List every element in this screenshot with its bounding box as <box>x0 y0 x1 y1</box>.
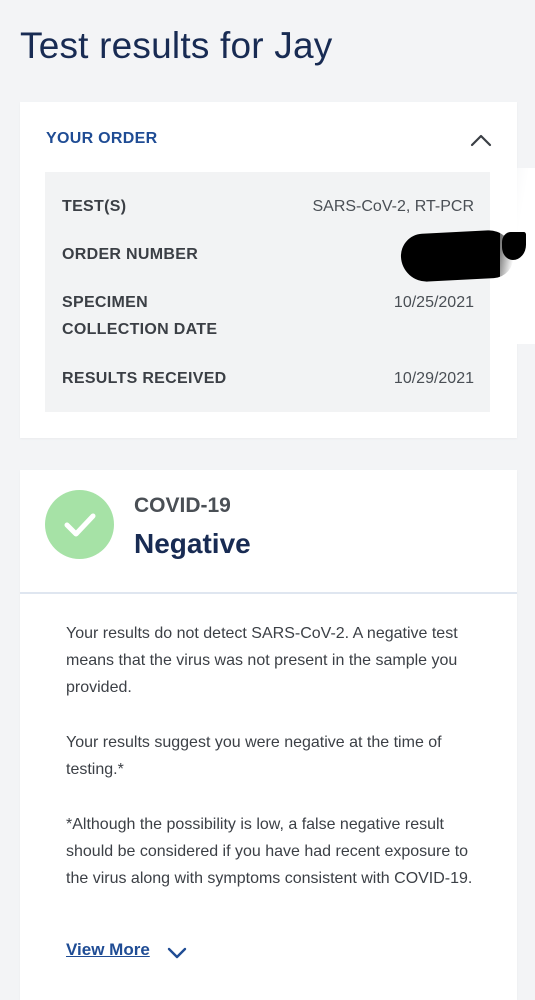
view-more-link[interactable]: View More <box>66 940 150 960</box>
order-card: YOUR ORDER TEST(S) SARS-CoV-2, RT-PCR OR… <box>20 102 517 438</box>
order-number-label: ORDER NUMBER <box>62 246 199 263</box>
test-result-status: Negative <box>134 528 251 559</box>
order-number-redaction <box>399 229 515 283</box>
results-received-value: 10/29/2021 <box>393 370 474 387</box>
chevron-up-icon[interactable] <box>469 130 493 150</box>
result-paragraph: Your results suggest you were negative a… <box>66 734 442 778</box>
tests-label: TEST(S) <box>62 198 127 215</box>
results-received-label: RESULTS RECEIVED <box>62 370 227 387</box>
result-paragraph: Your results do not detect SARS-CoV-2. A… <box>66 625 458 696</box>
tests-value: SARS-CoV-2, RT-PCR <box>312 198 474 215</box>
page-title: Test results for Jay <box>20 25 333 66</box>
specimen-collection-date-value: 10/25/2021 <box>393 294 474 311</box>
status-badge <box>45 490 114 559</box>
order-details: TEST(S) SARS-CoV-2, RT-PCR ORDER NUMBER … <box>45 172 515 412</box>
checkmark-icon <box>64 513 96 537</box>
test-name: COVID-19 <box>134 494 231 517</box>
order-section-header[interactable]: YOUR ORDER <box>46 130 157 148</box>
specimen-collection-date-label-line1: SPECIMEN <box>62 294 148 311</box>
specimen-collection-date-label-line2: COLLECTION DATE <box>62 321 218 338</box>
chevron-down-icon[interactable] <box>166 944 188 962</box>
result-header: COVID-19 Negative <box>20 470 517 594</box>
result-card: COVID-19 Negative Your results do not de… <box>20 470 517 1000</box>
result-paragraph: *Although the possibility is low, a fals… <box>66 816 473 887</box>
